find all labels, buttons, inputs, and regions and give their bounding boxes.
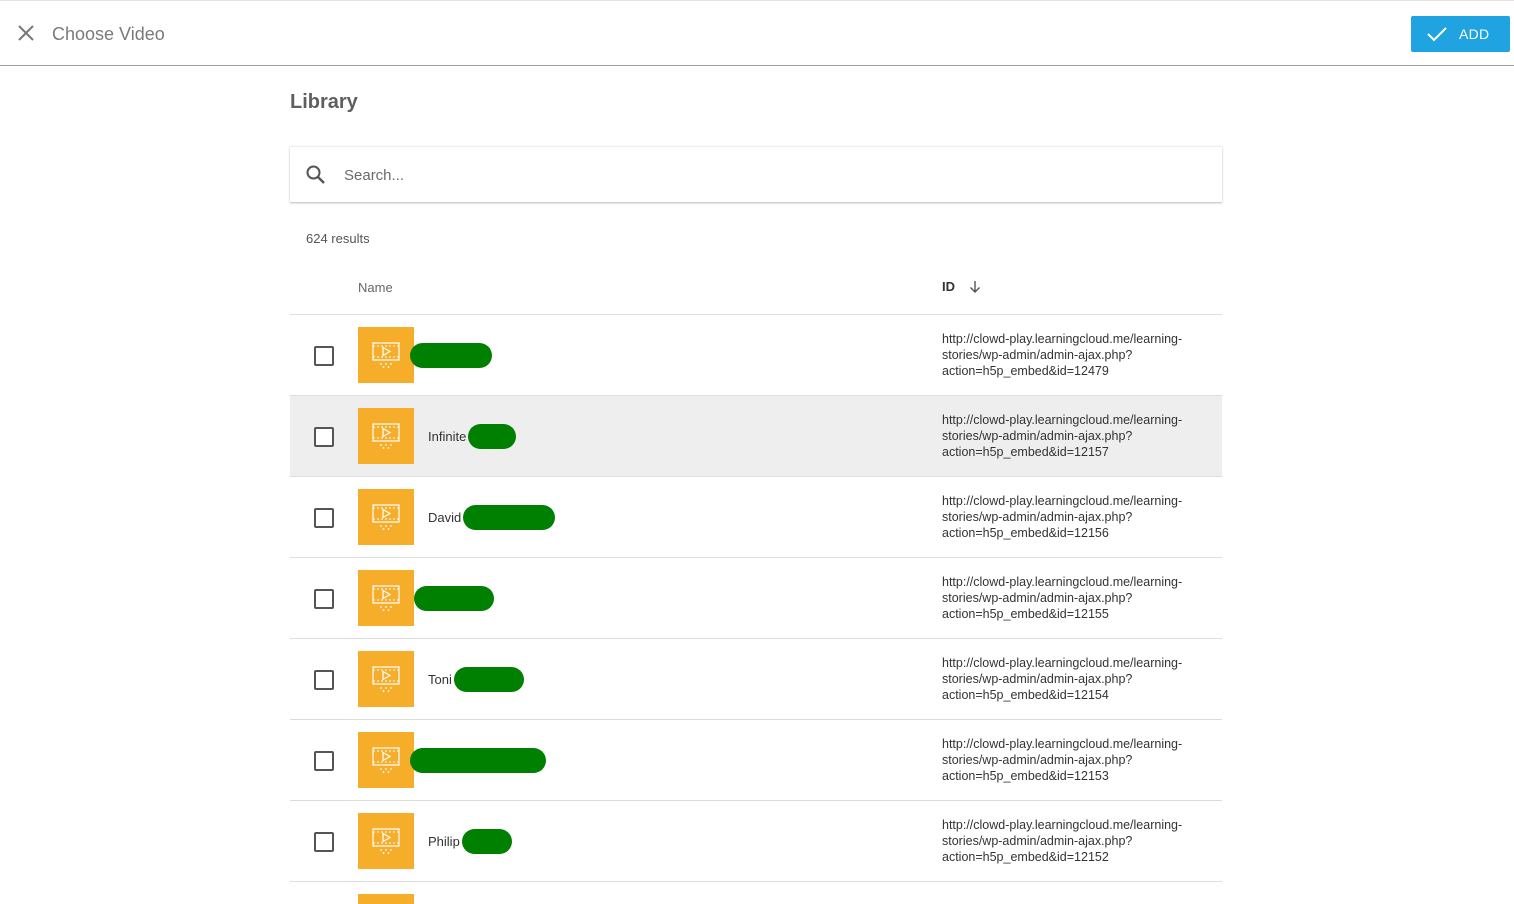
row-checkbox[interactable] <box>314 751 334 771</box>
redaction-mark <box>461 828 512 854</box>
video-icon <box>372 747 400 773</box>
row-checkbox[interactable] <box>314 346 334 366</box>
table-row[interactable]: Philip http://clowd-play.learningcloud.m… <box>290 801 1222 882</box>
video-name-text: Toni <box>428 671 452 687</box>
table-row[interactable]: David http://clowd-play.learningcloud.me… <box>290 477 1222 558</box>
row-checkbox[interactable] <box>314 508 334 528</box>
video-icon <box>372 423 400 449</box>
table-row[interactable] <box>290 882 1222 904</box>
close-button[interactable] <box>14 21 38 45</box>
table-row[interactable]: http://clowd-play.learningcloud.me/learn… <box>290 720 1222 801</box>
column-header-name[interactable]: Name <box>358 280 393 295</box>
redaction-mark <box>453 666 524 692</box>
results-count: 624 results <box>306 231 370 246</box>
video-thumbnail <box>358 813 414 869</box>
add-button-label: ADD <box>1459 26 1490 42</box>
close-icon <box>18 25 34 41</box>
redaction-mark <box>468 423 517 449</box>
table-row[interactable]: Infinite http://clowd-play.learningcloud… <box>290 396 1222 477</box>
video-id: http://clowd-play.learningcloud.me/learn… <box>942 818 1183 864</box>
video-name-text: David <box>428 509 462 525</box>
table-row[interactable]: http://clowd-play.learningcloud.me/learn… <box>290 315 1222 396</box>
search-box <box>290 146 1222 203</box>
video-thumbnail <box>358 570 414 626</box>
redaction-mark <box>463 504 556 530</box>
redaction-mark <box>414 585 494 611</box>
add-button[interactable]: ADD <box>1411 16 1510 52</box>
row-checkbox[interactable] <box>314 589 334 609</box>
row-checkbox[interactable] <box>314 427 334 447</box>
video-thumbnail <box>358 651 414 707</box>
video-name: Toni <box>420 639 524 719</box>
video-id: http://clowd-play.learningcloud.me/learn… <box>942 494 1183 540</box>
video-thumbnail <box>358 894 414 904</box>
table-body: http://clowd-play.learningcloud.me/learn… <box>290 315 1222 882</box>
video-name: Philip <box>420 801 512 881</box>
video-id: http://clowd-play.learningcloud.me/learn… <box>942 737 1183 783</box>
video-id: http://clowd-play.learningcloud.me/learn… <box>942 332 1183 378</box>
search-input[interactable] <box>342 147 1202 203</box>
video-name: David <box>420 477 556 557</box>
video-table: Name ID http://clowd-play.learningcloud.… <box>290 264 1222 904</box>
table-header: Name ID <box>290 264 1222 315</box>
row-checkbox[interactable] <box>314 670 334 690</box>
video-thumbnail <box>358 327 414 383</box>
video-icon <box>372 828 400 854</box>
table-row[interactable]: Toni http://clowd-play.learningcloud.me/… <box>290 639 1222 720</box>
redaction-mark <box>410 342 492 368</box>
video-icon <box>372 585 400 611</box>
column-header-id[interactable]: ID <box>942 279 981 294</box>
video-name-text: Philip <box>428 833 460 849</box>
video-thumbnail <box>358 408 414 464</box>
video-name <box>410 720 546 800</box>
dialog-header: Choose Video ADD <box>0 0 1514 66</box>
redaction-mark <box>410 747 546 773</box>
video-name-text: Infinite <box>428 428 467 444</box>
video-name <box>410 315 492 395</box>
video-thumbnail <box>358 732 414 788</box>
checkmark-icon <box>1427 27 1447 42</box>
video-thumbnail <box>358 489 414 545</box>
video-id: http://clowd-play.learningcloud.me/learn… <box>942 656 1183 702</box>
search-icon <box>304 163 328 187</box>
video-name <box>414 558 494 638</box>
video-icon <box>372 342 400 368</box>
video-icon <box>372 666 400 692</box>
video-name: Infinite <box>420 396 517 476</box>
row-checkbox[interactable] <box>314 832 334 852</box>
column-header-id-label: ID <box>942 279 955 294</box>
video-icon <box>372 504 400 530</box>
dialog-title: Choose Video <box>52 24 165 44</box>
table-row[interactable]: http://clowd-play.learningcloud.me/learn… <box>290 558 1222 639</box>
video-id: http://clowd-play.learningcloud.me/learn… <box>942 413 1183 459</box>
video-id: http://clowd-play.learningcloud.me/learn… <box>942 575 1183 621</box>
arrow-down-icon <box>970 281 980 293</box>
library-title: Library <box>290 91 358 113</box>
